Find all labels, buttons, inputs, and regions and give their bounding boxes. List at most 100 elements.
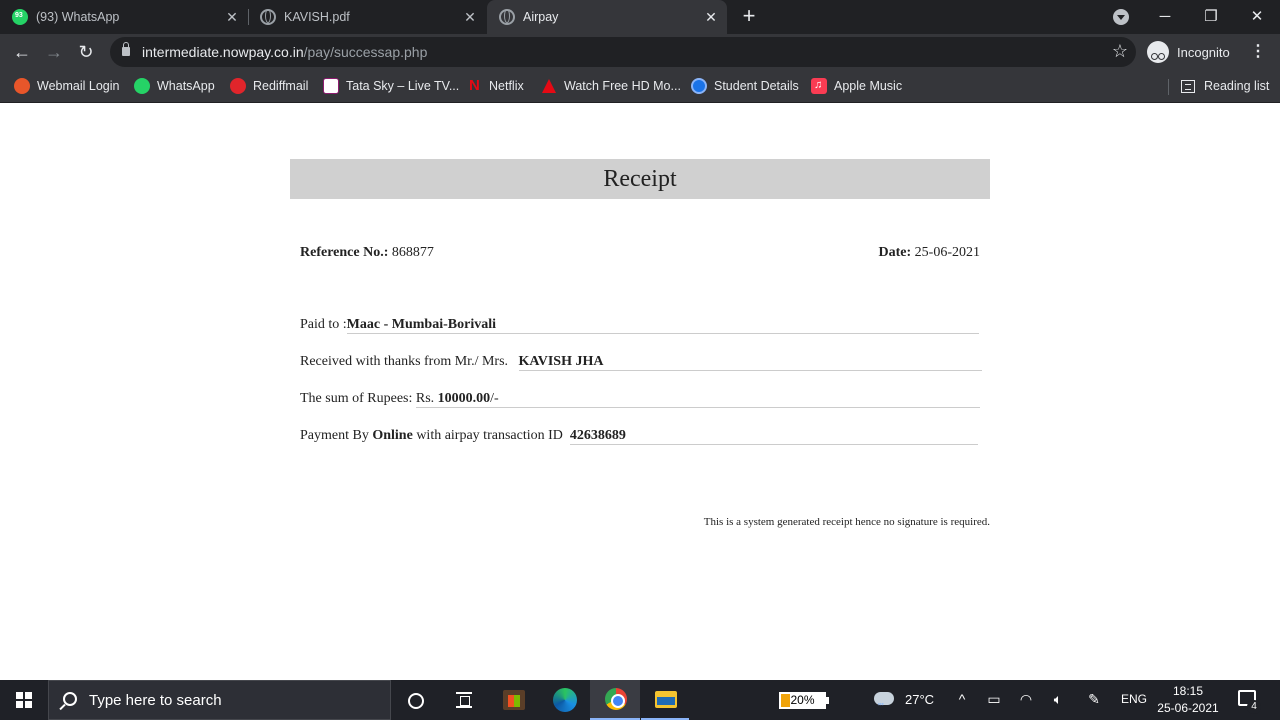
reading-list-button[interactable]: Reading list — [1181, 76, 1269, 96]
edge-icon[interactable] — [553, 688, 577, 712]
notification-count: 4 — [1247, 700, 1261, 714]
paid-to-row: Paid to :Maac - Mumbai-Borivali — [300, 317, 980, 334]
bookmark-label: Webmail Login — [37, 79, 120, 93]
close-icon[interactable]: ✕ — [224, 9, 240, 25]
system-generated-note: This is a system generated receipt hence… — [703, 516, 990, 528]
bookmark-netflix[interactable]: Netflix — [466, 76, 524, 96]
globe-icon — [499, 9, 515, 25]
sum-field: Rs. 10000.00/- — [415, 391, 980, 408]
tab-strip: (93) WhatsApp ✕ KAVISH.pdf ✕ Airpay ✕ + … — [0, 0, 1280, 34]
tab-whatsapp[interactable]: (93) WhatsApp ✕ — [12, 0, 248, 34]
reading-list-label: Reading list — [1204, 79, 1270, 93]
url-text[interactable]: intermediate.nowpay.co.in/pay/successap.… — [142, 44, 427, 60]
sum-suffix: /- — [490, 391, 499, 406]
bookmarks-divider — [1168, 79, 1169, 95]
cortana-icon[interactable] — [408, 693, 424, 709]
tab-airpay[interactable]: Airpay ✕ — [487, 0, 727, 34]
netflix-icon — [466, 77, 482, 94]
transaction-id: 42638689 — [569, 428, 978, 445]
weather-temperature[interactable]: 27°C — [905, 692, 934, 707]
globe-icon — [260, 9, 276, 25]
clock[interactable]: 18:15 25-06-2021 — [1152, 683, 1224, 717]
paid-to-label: Paid to : — [300, 317, 347, 332]
bookmark-label: Student Details — [714, 79, 799, 93]
reading-list-icon — [1181, 79, 1195, 93]
bookmark-student-details[interactable]: Student Details — [691, 76, 799, 96]
bookmark-star-icon[interactable]: ☆ — [1112, 41, 1128, 62]
reference-label: Reference No.: — [300, 245, 389, 260]
search-icon — [63, 692, 77, 706]
back-button[interactable]: ← — [10, 40, 34, 64]
tab-search-button[interactable] — [1113, 9, 1129, 25]
clock-date: 25-06-2021 — [1157, 701, 1219, 715]
receipt-date: Date: 25-06-2021 — [879, 245, 980, 261]
lock-icon[interactable] — [122, 42, 130, 56]
rediffmail-icon — [230, 78, 246, 94]
tab-title: KAVISH.pdf — [284, 10, 350, 24]
student-icon — [691, 78, 707, 94]
start-button[interactable] — [0, 680, 48, 720]
pen-icon[interactable]: ✎ — [1084, 691, 1104, 708]
url-path: /pay/successap.php — [303, 44, 428, 60]
bookmark-webmail-login[interactable]: Webmail Login — [14, 76, 119, 96]
windows-icon — [16, 692, 32, 708]
paid-to-value: Maac - Mumbai-Borivali — [346, 317, 979, 334]
payment-method: Online — [372, 428, 413, 443]
date-label: Date: — [878, 245, 912, 260]
language-indicator[interactable]: ENG — [1121, 692, 1147, 706]
received-label: Received with thanks from Mr./ Mrs. — [300, 354, 509, 369]
battery-tray-icon[interactable]: ▭ — [984, 691, 1004, 708]
payer-name: KAVISH JHA — [518, 354, 982, 371]
bookmark-tata-sky[interactable]: Tata Sky – Live TV... — [323, 76, 459, 96]
volume-icon[interactable]: 🔈︎ — [1048, 691, 1068, 708]
sum-prefix: Rs. — [415, 391, 435, 406]
browser-menu-button[interactable]: ⋮ — [1250, 40, 1266, 64]
search-placeholder: Type here to search — [89, 692, 222, 709]
bookmark-rediffmail[interactable]: Rediffmail — [230, 76, 308, 96]
forward-button[interactable]: → — [42, 40, 66, 64]
payment-row: Payment By Online with airpay transactio… — [300, 428, 980, 445]
task-view-icon[interactable] — [456, 692, 472, 708]
restore-button[interactable]: ❐ — [1199, 5, 1223, 29]
receipt-header: Receipt — [290, 159, 990, 199]
watch-icon — [541, 78, 557, 94]
close-icon[interactable]: ✕ — [462, 9, 478, 25]
close-window-button[interactable]: ✕ — [1245, 5, 1269, 29]
chrome-taskbar-button[interactable] — [590, 680, 640, 720]
bookmark-label: Netflix — [489, 79, 524, 93]
bookmark-whatsapp[interactable]: WhatsApp — [134, 76, 215, 96]
file-explorer-taskbar-button[interactable] — [641, 680, 689, 720]
microsoft-store-icon[interactable] — [503, 690, 525, 710]
show-hidden-icons-icon[interactable]: ^ — [952, 691, 972, 707]
bookmark-label: Tata Sky – Live TV... — [346, 79, 460, 93]
weather-icon[interactable] — [874, 692, 894, 713]
tab-title: Airpay — [523, 10, 559, 24]
browser-toolbar: ← → ↻ intermediate.nowpay.co.in/pay/succ… — [0, 34, 1280, 70]
bookmark-watch-free-hd[interactable]: Watch Free HD Mo... — [541, 76, 681, 96]
url-host: intermediate.nowpay.co.in — [142, 44, 304, 60]
whatsapp-icon — [134, 78, 150, 94]
new-tab-button[interactable]: + — [737, 5, 761, 29]
bookmark-label: Watch Free HD Mo... — [564, 79, 681, 93]
tab-kavish-pdf[interactable]: KAVISH.pdf ✕ — [252, 0, 486, 34]
reload-button[interactable]: ↻ — [74, 40, 98, 64]
windows-taskbar: Type here to search 20% 27°C ^ ▭ ◠ 🔈︎ ✎ … — [0, 680, 1280, 720]
bookmark-label: Rediffmail — [253, 79, 309, 93]
taskbar-search-box[interactable]: Type here to search — [48, 680, 391, 720]
wifi-icon[interactable]: ◠ — [1016, 691, 1036, 708]
close-icon[interactable]: ✕ — [703, 9, 719, 25]
music-icon — [811, 78, 827, 94]
bookmark-label: WhatsApp — [157, 79, 215, 93]
incognito-profile-button[interactable]: Incognito — [1147, 40, 1230, 64]
bookmark-label: Apple Music — [834, 79, 903, 93]
tab-divider — [248, 9, 249, 25]
tatasky-icon — [323, 78, 339, 94]
date-value: 25-06-2021 — [914, 245, 980, 260]
battery-indicator[interactable]: 20% — [779, 692, 829, 709]
address-bar[interactable]: intermediate.nowpay.co.in/pay/successap.… — [110, 37, 1136, 67]
incognito-icon — [1147, 41, 1169, 63]
reference-number: Reference No.: 868877 — [300, 245, 434, 261]
bookmark-apple-music[interactable]: Apple Music — [811, 76, 902, 96]
tab-title: (93) WhatsApp — [36, 10, 120, 24]
minimize-button[interactable]: ─ — [1153, 5, 1177, 29]
